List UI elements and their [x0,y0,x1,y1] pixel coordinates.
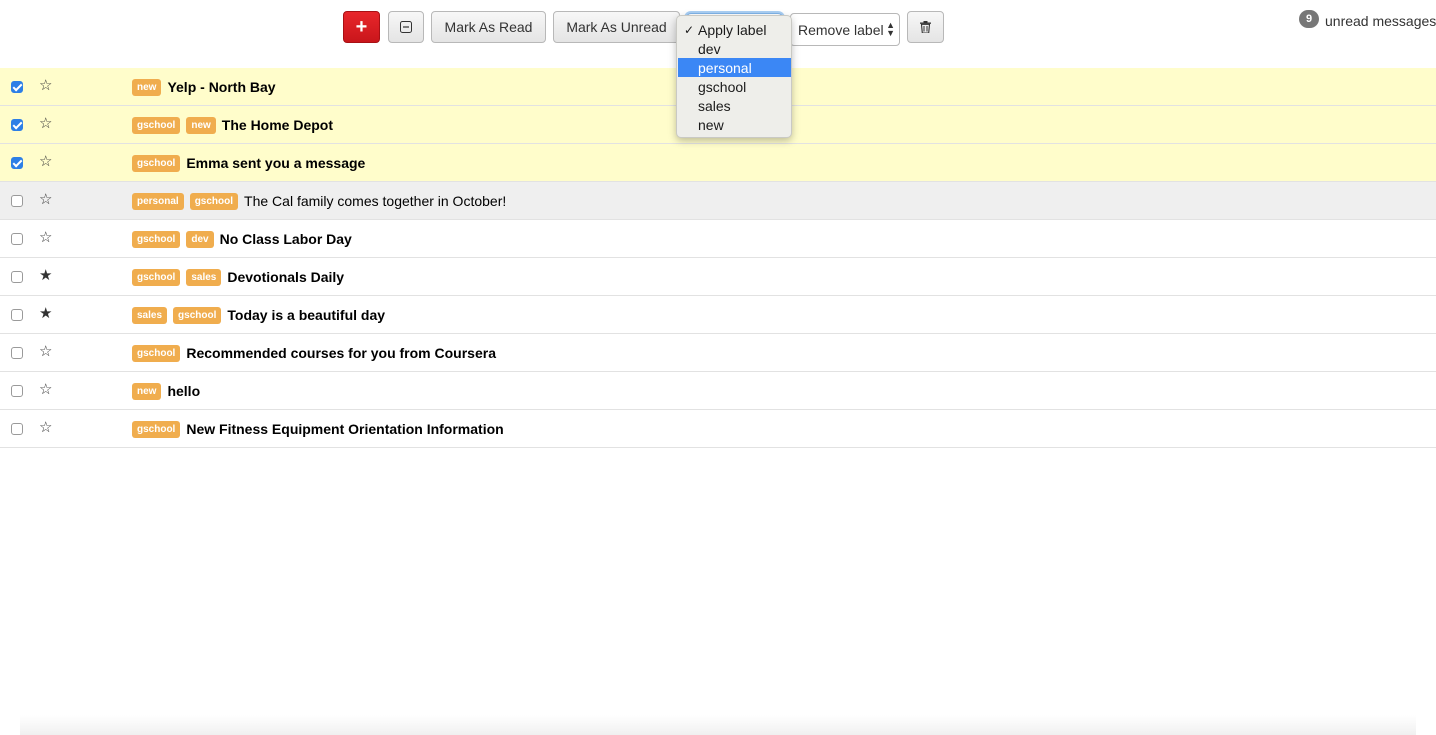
message-content[interactable]: gschool sales Devotionals Daily [132,258,344,296]
star-outline-icon[interactable]: ☆ [39,191,52,209]
message-content[interactable]: gschool New Fitness Equipment Orientation… [132,410,504,448]
message-subject[interactable]: The Home Depot [222,117,333,133]
menu-item-label: Apply label [698,21,767,38]
label-badge: gschool [132,230,181,248]
plus-icon: + [355,15,368,38]
message-subject[interactable]: Emma sent you a message [186,155,365,171]
mark-as-read-button[interactable]: Mark As Read [431,11,546,43]
menu-item-sales[interactable]: sales [678,96,791,115]
star-filled-icon[interactable]: ★ [39,305,52,323]
message-row[interactable]: ☆ gschool dev No Class Labor Day [0,220,1436,258]
message-row[interactable]: ☆ gschool New Fitness Equipment Orientatio… [0,410,1436,448]
remove-label-value: Remove label [798,21,884,38]
message-subject[interactable]: Yelp - North Bay [167,79,275,95]
checkmark-icon: ✓ [684,22,695,37]
message-content[interactable]: new hello [132,372,200,410]
minus-square-icon [400,21,412,33]
message-content[interactable]: gschool new The Home Depot [132,106,333,144]
menu-item-label: new [698,116,724,133]
message-row[interactable]: ★ gschool sales Devotionals Daily [0,258,1436,296]
label-badge: sales [186,268,222,286]
message-checkbox[interactable] [11,385,23,397]
message-content[interactable]: new Yelp - North Bay [132,68,276,106]
menu-item-label: sales [698,97,731,114]
message-checkbox[interactable] [11,347,23,359]
star-outline-icon[interactable]: ☆ [39,419,52,437]
menu-item-dev[interactable]: dev [678,39,791,58]
compose-button[interactable]: + [343,11,380,43]
menu-item-gschool[interactable]: gschool [678,77,791,96]
message-subject[interactable]: No Class Labor Day [220,231,352,247]
unread-messages-label: unread messages [1325,13,1436,29]
message-content[interactable]: gschool Recommended courses for you from … [132,334,496,372]
message-subject[interactable]: Devotionals Daily [227,269,344,285]
label-badge: personal [132,192,184,210]
message-content[interactable]: gschool dev No Class Labor Day [132,220,352,258]
message-checkbox[interactable] [11,81,23,93]
apply-label-menu: ✓ Apply label dev personal gschool sales new [676,15,792,138]
message-checkbox[interactable] [11,119,23,131]
message-checkbox[interactable] [11,271,23,283]
star-outline-icon[interactable]: ☆ [39,77,52,95]
label-badge: gschool [132,116,181,134]
label-badge: gschool [132,154,181,172]
bottom-shadow [20,715,1416,735]
message-subject[interactable]: The Cal family comes together in October… [244,193,506,209]
star-outline-icon[interactable]: ☆ [39,381,52,399]
star-filled-icon[interactable]: ★ [39,267,52,285]
menu-item-label: dev [698,40,721,57]
message-row[interactable]: ☆ gschool Recommended courses for you from… [0,334,1436,372]
menu-item-label: personal [698,59,752,76]
message-checkbox[interactable] [11,195,23,207]
trash-icon [920,21,931,33]
select-arrows-icon: ▲ ▼ [886,20,895,38]
message-checkbox[interactable] [11,157,23,169]
menu-item-apply-label[interactable]: ✓ Apply label [678,20,791,39]
message-row[interactable]: ★ sales gschool Today is a beautiful day [0,296,1436,334]
message-content[interactable]: personal gschool The Cal family comes toge… [132,182,506,220]
star-outline-icon[interactable]: ☆ [39,229,52,247]
label-badge: gschool [132,420,181,438]
message-subject[interactable]: Recommended courses for you from Courser… [186,345,496,361]
label-badge: gschool [189,192,239,210]
message-subject[interactable]: Today is a beautiful day [227,307,385,323]
message-checkbox[interactable] [11,423,23,435]
label-badge: gschool [173,306,222,324]
menu-item-personal[interactable]: personal [678,58,791,77]
message-content[interactable]: gschool Emma sent you a message [132,144,365,182]
star-outline-icon[interactable]: ☆ [39,343,52,361]
menu-item-new[interactable]: new [678,115,791,134]
star-outline-icon[interactable]: ☆ [39,115,52,133]
select-all-button[interactable] [388,11,424,43]
message-content[interactable]: sales gschool Today is a beautiful day [132,296,385,334]
message-checkbox[interactable] [11,309,23,321]
label-badge: new [132,78,162,96]
label-badge: dev [186,230,214,248]
label-badge: new [186,116,216,134]
delete-button[interactable] [907,11,944,43]
remove-label-select[interactable]: Remove label ▲ ▼ [790,13,900,46]
label-badge: gschool [132,344,181,362]
message-subject[interactable]: New Fitness Equipment Orientation Inform… [186,421,503,437]
label-badge: new [132,382,162,400]
mark-as-unread-button[interactable]: Mark As Unread [553,11,680,43]
menu-item-label: gschool [698,78,747,95]
message-checkbox[interactable] [11,233,23,245]
star-outline-icon[interactable]: ☆ [39,153,52,171]
message-subject[interactable]: hello [167,383,200,399]
message-row[interactable]: ☆ gschool Emma sent you a message [0,144,1436,182]
message-row[interactable]: ☆ new hello [0,372,1436,410]
label-badge: gschool [132,268,181,286]
label-badge: sales [132,306,168,324]
unread-count-badge: 9 [1299,10,1319,28]
message-row[interactable]: ☆ personal gschool The Cal family comes tog… [0,182,1436,220]
